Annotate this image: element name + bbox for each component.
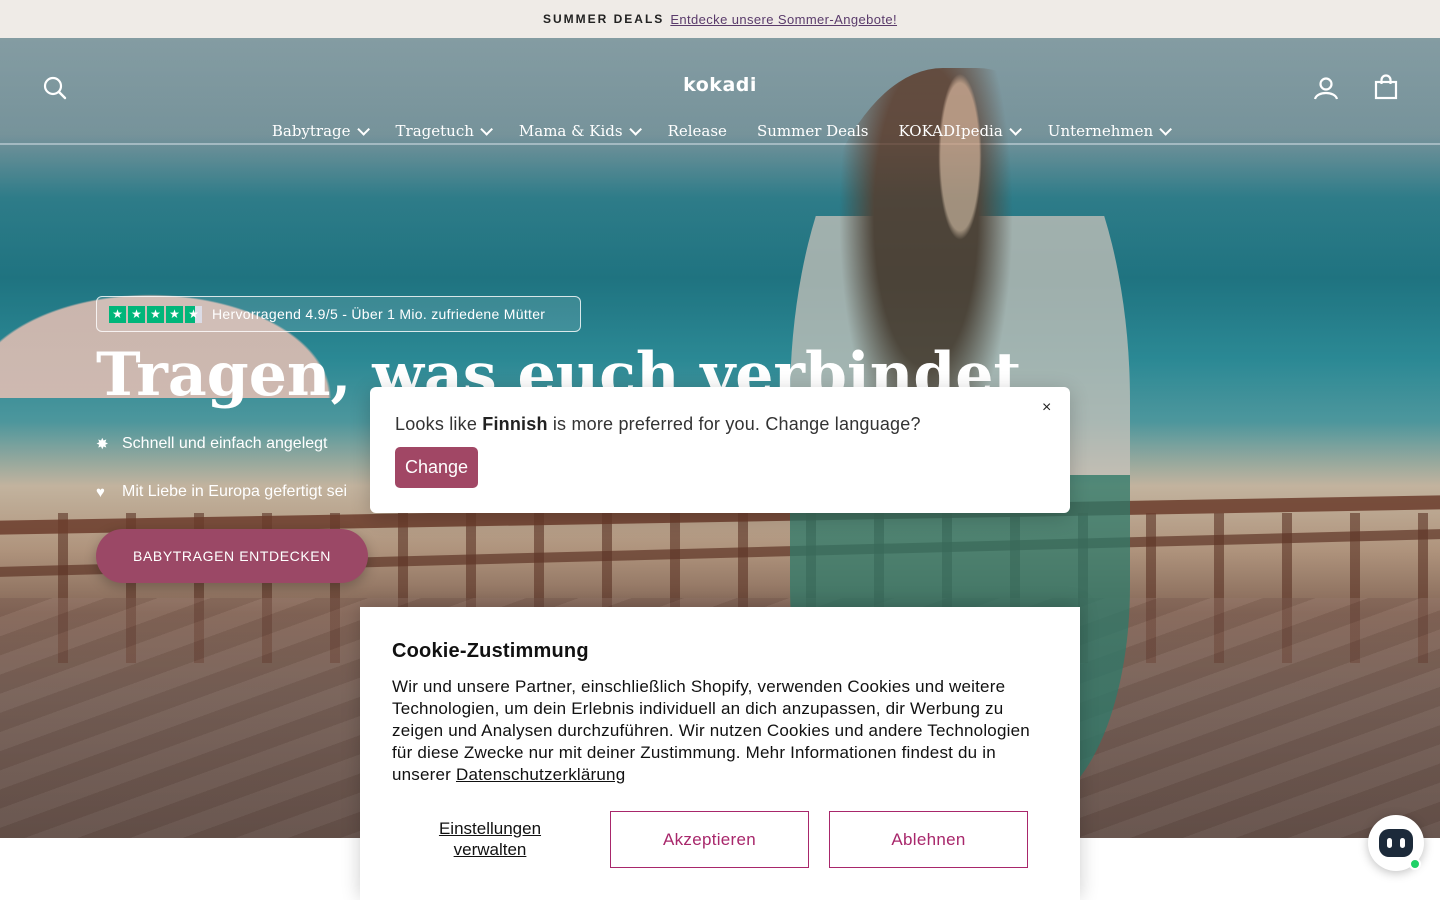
nav-label: Release <box>667 122 727 140</box>
hero-bullet: ♥ Mit Liebe in Europa gefertigt sei <box>96 483 347 501</box>
nav-item-unternehmen[interactable]: Unternehmen <box>1047 122 1173 140</box>
announcement-link[interactable]: Entdecke unsere Sommer-Angebote! <box>670 12 897 27</box>
manage-settings-link[interactable]: Einstellungen verwalten <box>422 818 558 860</box>
star-icon: ★ <box>128 305 145 323</box>
heart-icon: ♥ <box>96 483 105 501</box>
nav-label: Unternehmen <box>1047 122 1154 140</box>
main-navigation: Babytrage Tragetuch Mama & Kids Release … <box>0 122 1440 140</box>
account-icon[interactable] <box>1313 75 1339 101</box>
privacy-link[interactable]: Datenschutzerklärung <box>456 765 625 784</box>
announcement-bar: SUMMER DEALS Entdecke unsere Sommer-Ange… <box>0 0 1440 38</box>
cart-icon[interactable] <box>1373 74 1399 100</box>
cookie-body: Wir und unsere Partner, einschließlich S… <box>392 676 1042 786</box>
trustpilot-rating-badge[interactable]: ★ ★ ★ ★ ★ Hervorragend 4.9/5 - Über 1 Mi… <box>96 296 581 332</box>
rating-text: Hervorragend 4.9/5 - Über 1 Mio. zufried… <box>212 306 546 322</box>
language-name: Finnish <box>482 414 548 434</box>
accept-button[interactable]: Akzeptieren <box>610 811 809 868</box>
rating-stars: ★ ★ ★ ★ ★ <box>109 305 202 323</box>
chevron-down-icon <box>480 122 493 136</box>
chevron-down-icon <box>1009 122 1022 136</box>
chat-bot-eye <box>1400 838 1405 848</box>
chat-widget-button[interactable] <box>1368 815 1424 871</box>
nav-label: Babytrage <box>271 122 351 140</box>
star-icon: ★ <box>166 305 183 323</box>
nav-item-babytrage[interactable]: Babytrage <box>271 122 370 140</box>
bullet-text: Mit Liebe in Europa gefertigt sei <box>122 483 348 500</box>
brand-logo[interactable]: kokadi <box>660 74 780 96</box>
sparkle-icon: ✸ <box>96 436 109 453</box>
cta-button[interactable]: BABYTRAGEN ENTDECKEN <box>96 529 368 583</box>
chevron-down-icon <box>628 122 642 136</box>
nav-item-release[interactable]: Release <box>668 122 727 140</box>
nav-label: Summer Deals <box>756 122 869 140</box>
star-icon: ★ <box>147 305 164 323</box>
language-message: Looks like Finnish is more preferred for… <box>395 414 921 435</box>
nav-item-summer-deals[interactable]: Summer Deals <box>757 122 869 140</box>
nav-item-tragetuch[interactable]: Tragetuch <box>395 122 493 140</box>
nav-item-mama-kids[interactable]: Mama & Kids <box>518 122 642 140</box>
bullet-text: Schnell und einfach angelegt <box>122 435 328 452</box>
nav-label: Tragetuch <box>395 122 474 140</box>
cookie-title: Cookie-Zustimmung <box>392 640 589 662</box>
online-status-dot <box>1409 858 1421 870</box>
hero-horizon <box>0 143 1440 145</box>
search-icon[interactable] <box>42 75 68 101</box>
nav-label: Mama & Kids <box>518 122 623 140</box>
language-prefix: Looks like <box>395 414 478 434</box>
chevron-down-icon <box>1159 122 1173 136</box>
change-language-button[interactable]: Change <box>395 447 478 488</box>
hero-bullet: ✸ Schnell und einfach angelegt <box>96 435 328 453</box>
cookie-consent-panel: Cookie-Zustimmung Wir und unsere Partner… <box>360 607 1080 900</box>
chevron-down-icon <box>356 122 370 136</box>
language-suffix: is more preferred for you. Change langua… <box>552 414 921 434</box>
announcement-tag: SUMMER DEALS <box>542 12 665 26</box>
language-popup: Looks like Finnish is more preferred for… <box>370 387 1070 513</box>
close-icon[interactable]: × <box>1042 399 1051 417</box>
chat-bot-eye <box>1387 838 1392 848</box>
nav-item-kokadipedia[interactable]: KOKADIpedia <box>898 122 1022 140</box>
half-star-icon: ★ <box>185 305 202 323</box>
chat-bot-icon <box>1379 829 1413 857</box>
decline-button[interactable]: Ablehnen <box>829 811 1028 868</box>
star-icon: ★ <box>109 305 126 323</box>
nav-label: KOKADIpedia <box>898 122 1003 140</box>
